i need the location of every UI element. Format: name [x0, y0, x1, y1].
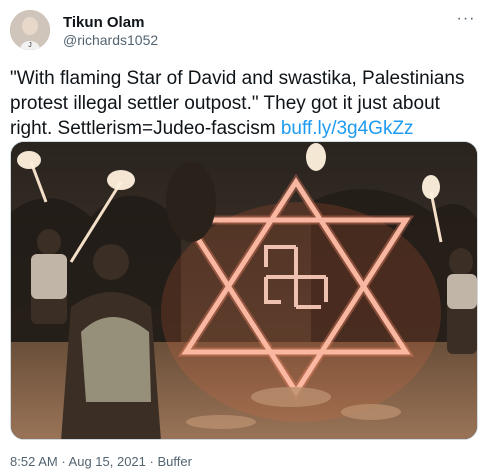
tweet-media[interactable]	[10, 141, 478, 440]
media-image	[11, 142, 477, 439]
tweet-time[interactable]: 8:52 AM	[10, 454, 58, 469]
avatar-image: J	[10, 10, 50, 50]
tweet-meta: 8:52 AM · Aug 15, 2021 · Buffer	[10, 454, 192, 470]
more-options-icon[interactable]: ···	[456, 11, 476, 28]
author-name[interactable]: Tikun Olam	[63, 14, 144, 32]
tweet-source[interactable]: Buffer	[157, 454, 191, 469]
tweet-card: J Tikun Olam @richards1052 ··· "With fla…	[0, 0, 490, 475]
tweet-link[interactable]: buff.ly/3g4GkZz	[281, 118, 414, 139]
author-handle[interactable]: @richards1052	[63, 32, 158, 49]
tweet-text: "With flaming Star of David and swastika…	[10, 66, 480, 141]
svg-text:J: J	[28, 42, 32, 49]
avatar[interactable]: J	[10, 10, 50, 50]
meta-separator: ·	[57, 454, 69, 469]
tweet-date[interactable]: Aug 15, 2021	[69, 454, 146, 469]
meta-separator: ·	[145, 454, 158, 469]
